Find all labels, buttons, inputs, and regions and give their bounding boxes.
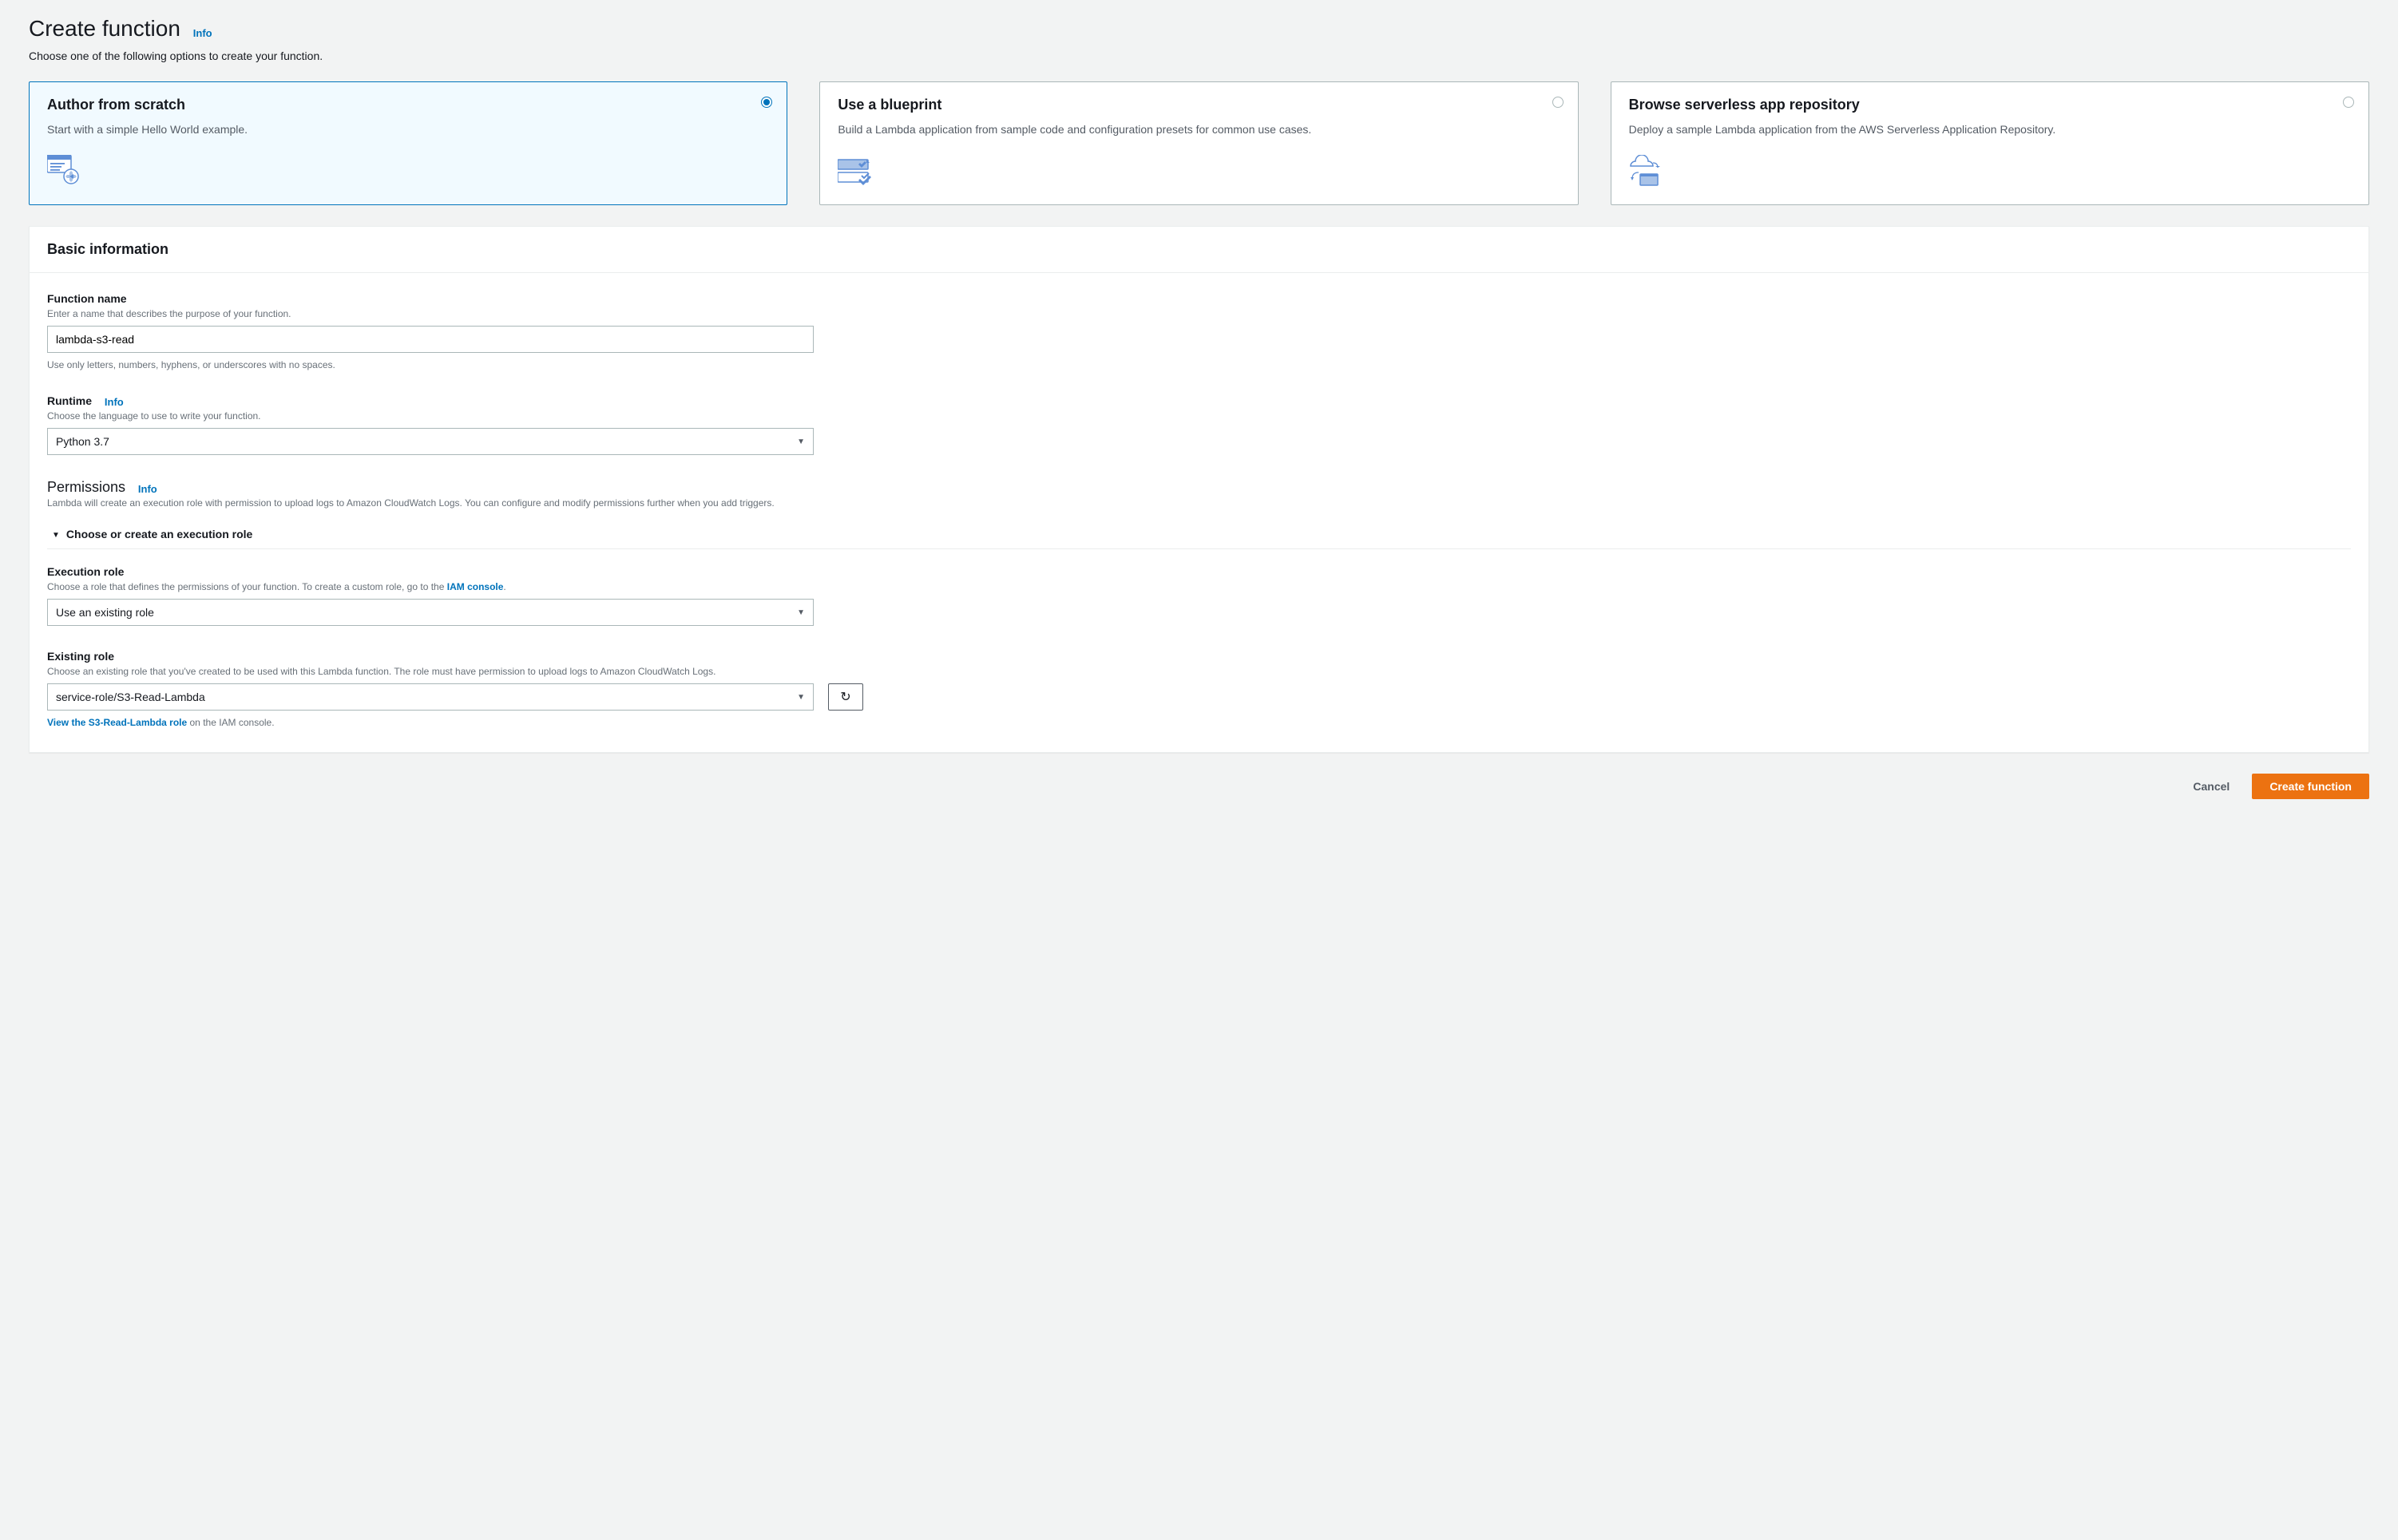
permissions-field: Permissions Info Lambda will create an e… bbox=[47, 479, 2351, 549]
creation-options-row: Author from scratch Start with a simple … bbox=[29, 81, 2369, 205]
code-window-icon bbox=[47, 155, 769, 187]
runtime-selected-value: Python 3.7 bbox=[56, 435, 109, 448]
execution-role-hint-suffix: . bbox=[503, 581, 505, 592]
option-use-blueprint[interactable]: Use a blueprint Build a Lambda applicati… bbox=[819, 81, 1578, 205]
page-info-link[interactable]: Info bbox=[193, 27, 212, 39]
function-name-label: Function name bbox=[47, 292, 127, 305]
basic-information-panel: Basic information Function name Enter a … bbox=[29, 226, 2369, 753]
chevron-down-icon: ▼ bbox=[797, 437, 805, 446]
runtime-select[interactable]: Python 3.7 ▼ bbox=[47, 428, 814, 455]
option-title: Browse serverless app repository bbox=[1629, 97, 2351, 113]
view-role-line: View the S3-Read-Lambda role on the IAM … bbox=[47, 717, 2351, 728]
cloud-deploy-icon bbox=[1629, 155, 2351, 187]
permissions-info-link[interactable]: Info bbox=[138, 483, 157, 495]
execution-role-label: Execution role bbox=[47, 565, 124, 578]
option-desc: Start with a simple Hello World example. bbox=[47, 121, 769, 137]
page-subtitle: Choose one of the following options to c… bbox=[29, 49, 2369, 62]
blueprint-stack-icon bbox=[838, 155, 1560, 187]
chevron-down-icon: ▼ bbox=[797, 608, 805, 617]
expander-label: Choose or create an execution role bbox=[66, 528, 252, 540]
permissions-hint: Lambda will create an execution role wit… bbox=[47, 497, 2351, 509]
execution-role-select[interactable]: Use an existing role ▼ bbox=[47, 599, 814, 626]
option-desc: Build a Lambda application from sample c… bbox=[838, 121, 1560, 137]
create-function-button[interactable]: Create function bbox=[2252, 774, 2369, 799]
permissions-label: Permissions bbox=[47, 479, 125, 495]
option-title: Author from scratch bbox=[47, 97, 769, 113]
runtime-hint: Choose the language to use to write your… bbox=[47, 410, 2351, 422]
chevron-down-icon: ▼ bbox=[797, 693, 805, 702]
option-desc: Deploy a sample Lambda application from … bbox=[1629, 121, 2351, 137]
execution-role-field: Execution role Choose a role that define… bbox=[47, 565, 2351, 626]
option-browse-serverless-repo[interactable]: Browse serverless app repository Deploy … bbox=[1611, 81, 2369, 205]
function-name-input[interactable] bbox=[47, 326, 814, 353]
radio-unselected-icon bbox=[2343, 97, 2354, 108]
view-role-suffix: on the IAM console. bbox=[187, 717, 274, 728]
view-role-link[interactable]: View the S3-Read-Lambda role bbox=[47, 717, 187, 728]
option-title: Use a blueprint bbox=[838, 97, 1560, 113]
radio-unselected-icon bbox=[1552, 97, 1564, 108]
cancel-button[interactable]: Cancel bbox=[2190, 774, 2233, 799]
refresh-icon: ↻ bbox=[840, 689, 850, 705]
panel-header: Basic information bbox=[30, 227, 2368, 273]
existing-role-select[interactable]: service-role/S3-Read-Lambda ▼ bbox=[47, 683, 814, 711]
runtime-field: Runtime Info Choose the language to use … bbox=[47, 394, 2351, 455]
runtime-info-link[interactable]: Info bbox=[105, 396, 124, 408]
existing-role-field: Existing role Choose an existing role th… bbox=[47, 650, 2351, 728]
execution-role-hint: Choose a role that defines the permissio… bbox=[47, 581, 2351, 592]
page-header: Create function Info Choose one of the f… bbox=[29, 16, 2369, 62]
execution-role-hint-text: Choose a role that defines the permissio… bbox=[47, 581, 447, 592]
function-name-hint: Enter a name that describes the purpose … bbox=[47, 308, 2351, 319]
option-author-from-scratch[interactable]: Author from scratch Start with a simple … bbox=[29, 81, 787, 205]
execution-role-selected-value: Use an existing role bbox=[56, 606, 154, 619]
function-name-constraint: Use only letters, numbers, hyphens, or u… bbox=[47, 359, 2351, 370]
footer-actions: Cancel Create function bbox=[29, 774, 2369, 799]
iam-console-link[interactable]: IAM console bbox=[447, 581, 504, 592]
existing-role-hint: Choose an existing role that you've crea… bbox=[47, 666, 2351, 677]
caret-down-icon: ▼ bbox=[52, 531, 60, 540]
runtime-label: Runtime bbox=[47, 394, 92, 407]
radio-selected-icon bbox=[761, 97, 772, 108]
existing-role-selected-value: service-role/S3-Read-Lambda bbox=[56, 691, 205, 703]
existing-role-label: Existing role bbox=[47, 650, 114, 663]
function-name-field: Function name Enter a name that describe… bbox=[47, 292, 2351, 370]
panel-title: Basic information bbox=[47, 241, 2351, 258]
refresh-roles-button[interactable]: ↻ bbox=[828, 683, 863, 711]
page-title: Create function bbox=[29, 16, 180, 41]
execution-role-expander[interactable]: ▼ Choose or create an execution role bbox=[47, 520, 2351, 549]
